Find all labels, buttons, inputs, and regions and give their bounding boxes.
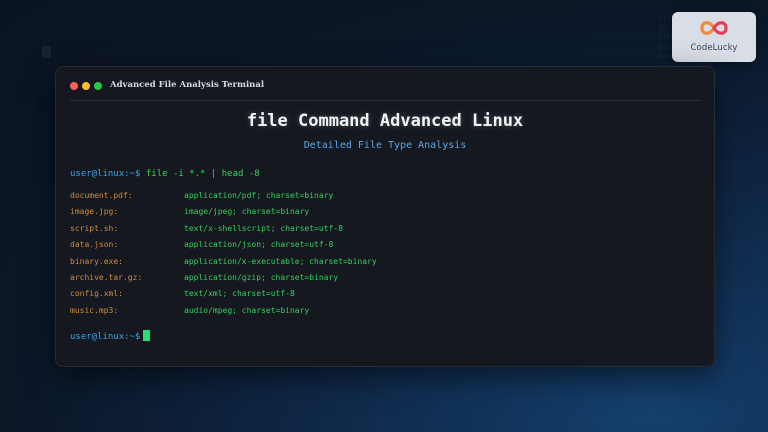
output-filename: data.json: [70, 240, 119, 250]
output-filename: image.jpg: [70, 207, 119, 217]
output-row: script.sh: text/x-shellscript; charset=u… [70, 224, 670, 240]
output-filename: config.xml: [70, 289, 123, 299]
output-mimetype: application/gzip; charset=binary [184, 272, 339, 282]
close-window-button[interactable] [70, 82, 78, 90]
infinity-logo-icon [700, 21, 728, 35]
output-mimetype: application/x-executable; charset=binary [184, 256, 377, 266]
terminal-cursor [143, 330, 151, 341]
terminal-window: Advanced File Analysis Terminal file Com… [55, 66, 715, 367]
titlebar-divider [70, 100, 700, 101]
output-mimetype: text/x-shellscript; charset=utf-8 [184, 223, 343, 233]
window-title: Advanced File Analysis Terminal [110, 80, 265, 90]
page-subtitle: Detailed File Type Analysis [303, 140, 467, 151]
minimize-window-button[interactable] [82, 82, 90, 90]
output-mimetype: text/xml; charset=utf-8 [184, 289, 295, 299]
output-mimetype: application/json; charset=utf-8 [184, 240, 334, 250]
output-mimetype: image/jpeg; charset=binary [184, 207, 310, 217]
output-filename: music.mp3: [70, 305, 119, 315]
shell-prompt: user@linux:~$ [70, 169, 141, 179]
logo-text: CodeLucky [690, 43, 738, 53]
output-row: archive.tar.gz: application/gzip; charse… [70, 273, 670, 289]
output-filename: archive.tar.gz: [70, 272, 143, 282]
output-row: data.json: application/json; charset=utf… [70, 240, 670, 256]
output-row: binary.exe: application/x-executable; ch… [70, 257, 670, 273]
output-mimetype: application/pdf; charset=binary [184, 191, 334, 200]
active-prompt-line[interactable]: user@linux:~$ [70, 330, 151, 342]
terminal-titlebar: Advanced File Analysis Terminal [56, 67, 714, 101]
background-glyph [42, 46, 51, 58]
shell-command: file -i *.* | head -8 [145, 169, 260, 179]
maximize-window-button[interactable] [94, 82, 102, 90]
output-row: image.jpg: image/jpeg; charset=binary [70, 207, 670, 223]
output-filename: document.pdf: [70, 191, 133, 200]
output-row: document.pdf: application/pdf; charset=b… [70, 191, 670, 207]
codelucky-logo[interactable]: CodeLucky [672, 12, 756, 62]
output-filename: script.sh: [70, 223, 119, 233]
command-output: document.pdf: application/pdf; charset=b… [70, 191, 670, 322]
output-row: music.mp3: audio/mpeg; charset=binary [70, 306, 670, 322]
output-mimetype: audio/mpeg; charset=binary [184, 305, 310, 315]
page-title: file Command Advanced Linux [246, 111, 524, 131]
output-filename: binary.exe: [70, 256, 123, 266]
shell-prompt: user@linux:~$ [70, 332, 141, 342]
output-row: config.xml: text/xml; charset=utf-8 [70, 289, 670, 305]
command-line: user@linux:~$ file -i *.* | head -8 [70, 169, 260, 179]
